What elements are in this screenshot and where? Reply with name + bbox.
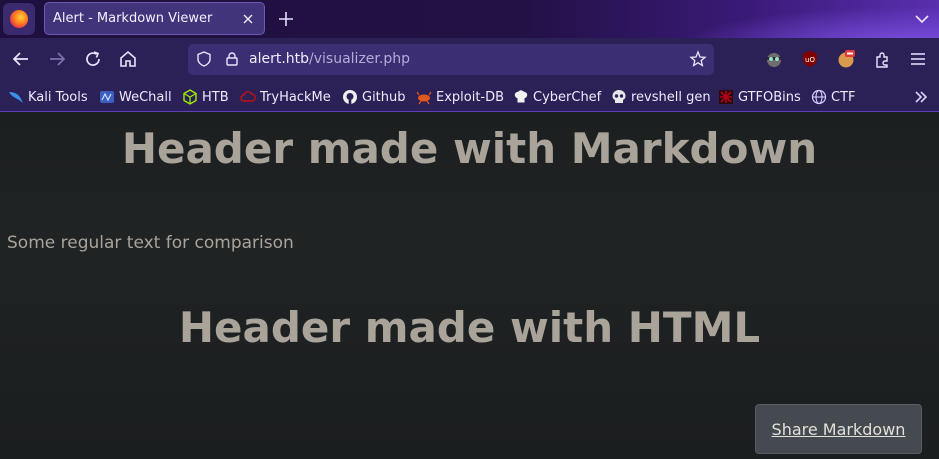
bookmark-cyberchef[interactable]: CyberChef	[513, 88, 601, 106]
bookmark-label: HTB	[202, 89, 229, 105]
bookmark-label: Github	[362, 89, 406, 105]
svg-text:uO: uO	[805, 56, 815, 64]
forward-arrow-icon[interactable]	[45, 47, 69, 71]
bookmark-label: Kali Tools	[28, 89, 88, 105]
bookmark-label: CTF	[831, 89, 856, 105]
back-arrow-icon[interactable]	[9, 47, 33, 71]
github-icon	[343, 90, 357, 104]
bookmark-label: GTFOBins	[738, 89, 801, 105]
theme-decoration	[639, 0, 939, 38]
extensions-icon[interactable]	[872, 49, 892, 69]
skull-icon	[612, 90, 626, 103]
url-bar[interactable]: alert.htb/visualizer.php	[188, 44, 714, 75]
double-chevron-right-icon[interactable]	[912, 88, 930, 106]
tab-active[interactable]: Alert - Markdown Viewer	[44, 2, 265, 35]
share-markdown-button[interactable]: Share Markdown	[755, 404, 922, 454]
plus-icon[interactable]	[276, 9, 296, 29]
bookmark-ctf[interactable]: CTF	[811, 88, 856, 106]
lock-icon[interactable]	[223, 50, 241, 68]
hamburger-menu-icon[interactable]	[908, 49, 928, 69]
share-markdown-label: Share Markdown	[771, 419, 906, 439]
bookmark-gtfobins[interactable]: GTFOBins	[718, 88, 801, 106]
bookmark-github[interactable]: Github	[342, 88, 406, 106]
tab-strip: Alert - Markdown Viewer	[0, 0, 939, 38]
exploitdb-bug-icon	[416, 91, 432, 105]
url-host: alert.htb	[249, 51, 310, 67]
bookmark-revshell-gen[interactable]: revshell gen	[611, 88, 711, 106]
bookmark-label: WeChall	[119, 89, 172, 105]
firefox-view-button[interactable]	[3, 3, 35, 35]
bookmark-label: revshell gen	[631, 89, 711, 105]
ublock-origin-icon[interactable]: uO	[800, 49, 820, 69]
bookmark-tryhackme[interactable]: TryHackMe	[240, 88, 331, 106]
chef-hat-icon	[514, 90, 528, 103]
bookmark-kali-tools[interactable]: Kali Tools	[8, 88, 88, 106]
tryhackme-cloud-icon	[240, 91, 256, 102]
url-path: /visualizer.php	[309, 51, 410, 67]
regular-paragraph: Some regular text for comparison	[7, 233, 294, 253]
chevron-down-icon[interactable]	[912, 9, 932, 29]
tab-title: Alert - Markdown Viewer	[53, 11, 213, 26]
globe-icon	[811, 89, 827, 105]
bookmark-wechall[interactable]: WeChall	[99, 88, 172, 106]
close-icon[interactable]	[240, 11, 256, 27]
bookmarks-toolbar: Kali Tools WeChall HTB TryHackMe Github	[0, 81, 939, 112]
kali-dragon-icon	[9, 92, 23, 103]
firefox-logo-icon	[10, 10, 28, 28]
shield-icon[interactable]	[195, 50, 213, 68]
html-header: Header made with HTML	[178, 303, 761, 352]
gtfobins-icon	[719, 90, 733, 104]
reload-icon[interactable]	[81, 47, 105, 71]
home-icon[interactable]	[116, 47, 140, 71]
markdown-header: Header made with Markdown	[121, 124, 818, 173]
star-icon[interactable]	[689, 50, 707, 68]
bookmark-label: Exploit-DB	[436, 89, 505, 105]
bookmark-label: CyberChef	[533, 89, 602, 105]
page-content: Header made with Markdown Some regular t…	[0, 112, 939, 459]
bookmark-exploit-db[interactable]: Exploit-DB	[416, 88, 504, 106]
htb-cube-icon	[183, 89, 197, 105]
url-text: alert.htb/visualizer.php	[249, 51, 410, 67]
bookmark-htb[interactable]: HTB	[182, 88, 229, 106]
nav-toolbar: alert.htb/visualizer.php uO	[0, 38, 939, 81]
wechall-icon	[100, 91, 114, 103]
extension-spy-icon[interactable]	[764, 49, 784, 69]
extension-cookie-icon[interactable]	[836, 49, 856, 69]
bookmark-label: TryHackMe	[260, 89, 331, 105]
